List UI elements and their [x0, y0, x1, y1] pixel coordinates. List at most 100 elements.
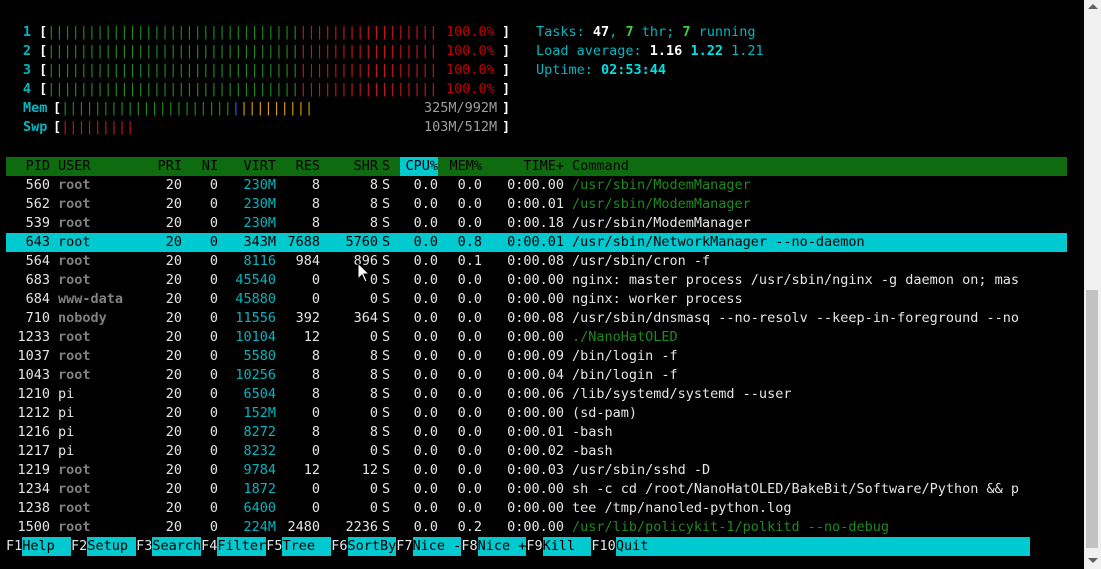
meter-bar: ||||||||||||||||||||||||||||||||||||||||…	[47, 23, 436, 42]
meter-bracket-open: [	[31, 24, 48, 40]
table-row[interactable]: 1234 root 20 0 1872 0 0 S 0.0 0.0 0:00.00 sh -c cd …	[6, 480, 1067, 499]
table-row[interactable]: 1500 root 20 0 224M 2480 2236 S 0.0 0.2 0:00.00/us…	[6, 518, 1067, 537]
fkey-label-f7[interactable]: Nice -	[412, 537, 462, 556]
cell-virt: 224M	[243, 519, 276, 535]
scroll-down-arrow-icon[interactable]	[1088, 558, 1098, 563]
cell-pid: 1233	[17, 329, 50, 345]
meter-fill: |||||||||||||||||||||	[61, 100, 232, 116]
cell-user: root	[58, 253, 91, 269]
cell-mem: 0.0	[457, 310, 482, 326]
cell-time: 0:00.00	[507, 272, 564, 288]
table-row[interactable]: 684 www-data 20 0 45880 0 0 S 0.0 0.0 0:00.00 nginx…	[6, 290, 1067, 309]
fkey-f10[interactable]: F10	[591, 537, 615, 556]
cell-virt: 10256	[235, 367, 276, 383]
table-row[interactable]: 1043 root 20 0 10256 8 8 S 0.0 0.0 0:00.04/bin/log…	[6, 366, 1067, 385]
table-row[interactable]: 1238 root 20 0 6400 0 0 S 0.0 0.0 0:00.00 tee /tmp/…	[6, 499, 1067, 518]
col-res[interactable]: RES	[276, 157, 320, 176]
fkey-label-f2[interactable]: Setup	[87, 537, 137, 556]
scroll-up-arrow-icon[interactable]	[1088, 4, 1098, 9]
cell-virt: 11556	[235, 310, 276, 326]
fkey-f6[interactable]: F6	[331, 537, 347, 556]
fkey-label-f6[interactable]: SortBy	[347, 537, 397, 556]
system-stats: Tasks: 47, 7 thr; 7 running Load average…	[536, 23, 764, 80]
process-table[interactable]: PID USER PRI NI VIRT RES SHR S CPU% MEM%…	[6, 157, 1067, 537]
fkey-label-f10[interactable]: Quit	[615, 537, 1030, 556]
table-row[interactable]: 560 root 20 0 230M 8 8 S 0.0 0.0 0:00.00/usr/sbin/…	[6, 176, 1067, 195]
table-row[interactable]: 562 root 20 0 230M 8 8 S 0.0 0.0 0:00.01/usr/sbin/…	[6, 195, 1067, 214]
cell-ni: 0	[209, 405, 218, 421]
cell-cmd: -bash	[572, 443, 613, 459]
load-5min: 1.22	[690, 43, 723, 59]
cell-cmd: /usr/sbin/sshd -D	[572, 462, 711, 478]
cell-user: pi	[58, 386, 75, 402]
fkey-f7[interactable]: F7	[396, 537, 412, 556]
fkey-label-f3[interactable]: Search	[152, 537, 202, 556]
cell-user: root	[58, 329, 91, 345]
col-mem[interactable]: MEM%	[446, 157, 482, 176]
fkey-f8[interactable]: F8	[461, 537, 477, 556]
col-ni[interactable]: NI	[184, 157, 218, 176]
fkey-f2[interactable]: F2	[71, 537, 87, 556]
fkey-label-f5[interactable]: Tree	[282, 537, 332, 556]
cell-shr: 8	[369, 386, 378, 402]
fkey-f9[interactable]: F9	[526, 537, 542, 556]
table-row[interactable]: 683 root 20 0 45540 0 0 S 0.0 0.0 0:00.00 nginx: ma…	[6, 271, 1067, 290]
cell-pid: 564	[25, 253, 50, 269]
cell-s: S	[382, 443, 391, 459]
cell-pri: 20	[165, 500, 182, 516]
scrollbar[interactable]	[1084, 0, 1101, 569]
col-state[interactable]: S	[382, 157, 394, 176]
col-cpu-sorted[interactable]: CPU%	[400, 157, 438, 176]
fkey-label-f4[interactable]: Filter	[217, 537, 267, 556]
cell-user: root	[58, 215, 91, 231]
cell-s: S	[382, 329, 391, 345]
col-virt[interactable]: VIRT	[218, 157, 276, 176]
tasks-label: Tasks:	[536, 24, 593, 40]
cell-user: root	[58, 177, 91, 193]
cell-time: 0:00.04	[507, 367, 564, 383]
col-shr[interactable]: SHR	[320, 157, 378, 176]
cell-pri: 20	[165, 367, 182, 383]
table-row[interactable]: 710 nobody 20 0 11556 392 364 S 0.0 0.0 0:00.08/us…	[6, 309, 1067, 328]
fkey-label-f9[interactable]: Kill	[542, 537, 592, 556]
col-command[interactable]: Command	[572, 157, 1067, 176]
cell-s: S	[382, 272, 391, 288]
fkey-label-f1[interactable]: Help	[22, 537, 72, 556]
scroll-thumb[interactable]	[1086, 290, 1098, 548]
table-row[interactable]: 539 root 20 0 230M 8 8 S 0.0 0.0 0:00.18/usr/sbin/…	[6, 214, 1067, 233]
fkey-f4[interactable]: F4	[201, 537, 217, 556]
cell-mem: 0.8	[457, 234, 482, 250]
col-pid[interactable]: PID	[6, 157, 50, 176]
fkey-f3[interactable]: F3	[136, 537, 152, 556]
meter-label: Swp	[23, 119, 48, 135]
cell-ni: 0	[209, 234, 218, 250]
cell-shr: 2236	[345, 519, 378, 535]
cell-s: S	[382, 215, 391, 231]
table-header: PID USER PRI NI VIRT RES SHR S CPU% MEM%…	[6, 157, 1067, 176]
col-user[interactable]: USER	[58, 157, 138, 176]
fkey-f1[interactable]: F1	[6, 537, 22, 556]
cell-cmd: /usr/sbin/cron -f	[572, 253, 711, 269]
cell-user: root	[58, 234, 91, 250]
meter-bracket-open: [	[31, 81, 48, 97]
fkey-f5[interactable]: F5	[266, 537, 282, 556]
cell-s: S	[382, 348, 391, 364]
table-row[interactable]: 1233 root 20 0 10104 12 0 S 0.0 0.0 0:00.00 ./NanoH…	[6, 328, 1067, 347]
table-row[interactable]: 1217 pi 20 0 8232 0 0 S 0.0 0.0 0:00.02 -bash	[6, 442, 1067, 461]
table-row[interactable]: 1212 pi 20 0 152M 0 0 S 0.0 0.0 0:00.00 (sd-pam)	[6, 404, 1067, 423]
col-pri[interactable]: PRI	[138, 157, 182, 176]
table-row[interactable]: 1210 pi 20 0 6504 8 8 S 0.0 0.0 0:00.06/lib/system…	[6, 385, 1067, 404]
table-row[interactable]: 1216 pi 20 0 8272 8 8 S 0.0 0.0 0:00.01 -bash	[6, 423, 1067, 442]
cell-res: 8	[311, 177, 320, 193]
table-row[interactable]: 1037 root 20 0 5580 8 8 S 0.0 0.0 0:00.09/bin/logi…	[6, 347, 1067, 366]
cell-cmd: -bash	[572, 424, 613, 440]
cell-ni: 0	[209, 272, 218, 288]
fkey-label-f8[interactable]: Nice +	[477, 537, 527, 556]
table-row[interactable]: 564 root 20 0 8116 984 896 S 0.0 0.1 0:00.08/usr/s…	[6, 252, 1067, 271]
cell-pri: 20	[165, 253, 182, 269]
table-row[interactable]: 1219 root 20 0 9784 12 12 S 0.0 0.0 0:00.03/usr/sb…	[6, 461, 1067, 480]
table-row[interactable]: 643 root 20 0 343M 7688 5760 S 0.0 0.8 0:00.01/usr…	[6, 233, 1067, 252]
meter-fill: ||||||||||||||||||	[299, 62, 437, 78]
col-time[interactable]: TIME+	[490, 157, 564, 176]
cell-res: 12	[303, 462, 320, 478]
